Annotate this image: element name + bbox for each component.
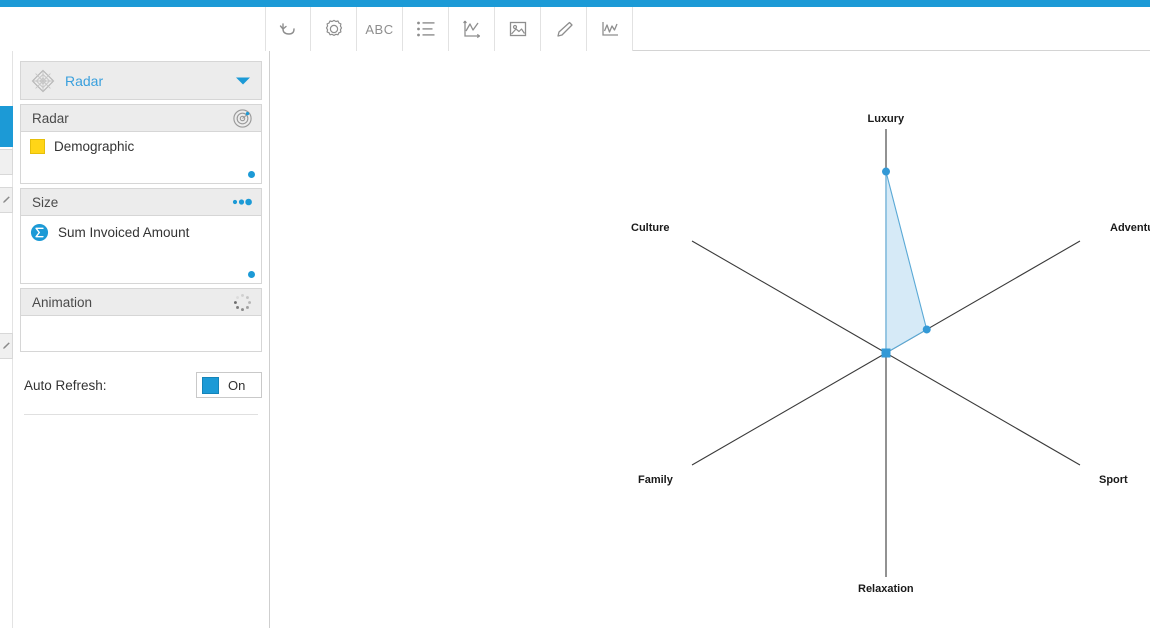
settings-button[interactable] (311, 7, 357, 51)
text-button[interactable]: ABC (357, 7, 403, 51)
chart-canvas[interactable]: Luxury Adventure Sport Relaxation Family Cult… (270, 52, 1150, 628)
picture-icon (507, 18, 529, 40)
line-chart-icon (461, 18, 483, 40)
shelf-size: Size Sum Invoiced Amount (20, 188, 262, 284)
gear-icon (322, 17, 346, 41)
list-icon (415, 19, 437, 39)
shelf-radar: Radar Demographic (20, 104, 262, 184)
left-rail (0, 51, 13, 628)
spinner-icon[interactable] (229, 292, 255, 313)
image-button[interactable] (495, 7, 541, 51)
radar-axis-family (691, 352, 887, 466)
undo-icon (277, 18, 299, 40)
axis-label-family: Family (638, 474, 673, 486)
shelf-animation-title: Animation (32, 294, 93, 310)
rail-active-indicator[interactable] (0, 106, 13, 147)
shelf-size-body[interactable]: Sum Invoiced Amount (20, 216, 262, 284)
chart-button[interactable] (449, 7, 495, 51)
shelf-radar-corner-dot[interactable] (248, 171, 255, 178)
field-chip-sum-invoiced-amount[interactable]: Sum Invoiced Amount (21, 216, 261, 242)
color-swatch-icon (30, 139, 45, 154)
tag-button[interactable] (541, 7, 587, 51)
application-window: ABC Radar Radar Demographic Size Sum Inv… (0, 0, 1150, 628)
axis-label-culture: Culture (631, 222, 670, 234)
shelf-size-corner-dot[interactable] (248, 271, 255, 278)
sparkline-button[interactable] (587, 7, 633, 51)
tag-icon (553, 18, 575, 40)
axis-label-adventure: Adventure (1110, 222, 1150, 234)
auto-refresh-state: On (228, 377, 246, 393)
pencil-icon (2, 191, 11, 209)
radar-diamond-icon (21, 67, 65, 95)
shelf-radar-body[interactable]: Demographic (20, 132, 262, 184)
auto-refresh-checkbox[interactable] (202, 376, 219, 394)
field-chip-label: Demographic (54, 139, 135, 154)
shelf-size-header[interactable]: Size (20, 188, 262, 216)
shelf-animation-body[interactable] (20, 316, 262, 352)
auto-refresh-toggle[interactable]: On (196, 372, 262, 398)
axis-label-luxury: Luxury (867, 113, 905, 125)
undo-button[interactable] (265, 7, 311, 51)
title-bar-strip (0, 0, 1150, 7)
radar-chart[interactable] (270, 52, 1150, 628)
shelf-radar-title: Radar (32, 110, 69, 126)
field-chip-label: Sum Invoiced Amount (58, 225, 190, 240)
auto-refresh-label: Auto Refresh: (24, 377, 107, 393)
rail-tab-1[interactable] (0, 149, 13, 175)
shelf-animation-header[interactable]: Animation (20, 288, 262, 316)
radar-series-area[interactable] (885, 171, 928, 354)
radar-point-adventure[interactable] (922, 325, 931, 334)
axis-label-sport: Sport (1099, 474, 1128, 486)
field-chip-demographic[interactable]: Demographic (21, 132, 261, 154)
sigma-icon (30, 223, 49, 242)
visualization-type-label: Radar (65, 72, 104, 89)
panel-divider (24, 414, 258, 415)
radar-point-luxury[interactable] (882, 167, 890, 176)
radar-point-center[interactable] (881, 348, 891, 358)
visualization-settings-panel: Radar Radar Demographic Size Sum Invoice… (13, 51, 270, 628)
pencil-icon (2, 337, 11, 355)
axis-label-relaxation: Relaxation (858, 583, 914, 595)
shelf-animation: Animation (20, 288, 262, 352)
radar-axis-sport (885, 352, 1081, 466)
rail-tab-2[interactable] (0, 187, 13, 213)
list-button[interactable] (403, 7, 449, 51)
visualization-type-selector[interactable]: Radar (20, 61, 262, 100)
shelf-size-title: Size (32, 194, 59, 210)
rail-tab-3[interactable] (0, 333, 13, 359)
sparkline-icon (599, 19, 621, 39)
toolbar: ABC (265, 7, 1150, 51)
radar-axis-culture (691, 240, 887, 354)
radar-target-icon[interactable] (229, 108, 255, 129)
auto-refresh-row: Auto Refresh: On (24, 372, 262, 398)
chevron-down-icon[interactable] (225, 76, 261, 86)
abc-icon: ABC (365, 21, 394, 37)
three-dots-icon[interactable] (229, 196, 255, 208)
shelf-radar-header[interactable]: Radar (20, 104, 262, 132)
